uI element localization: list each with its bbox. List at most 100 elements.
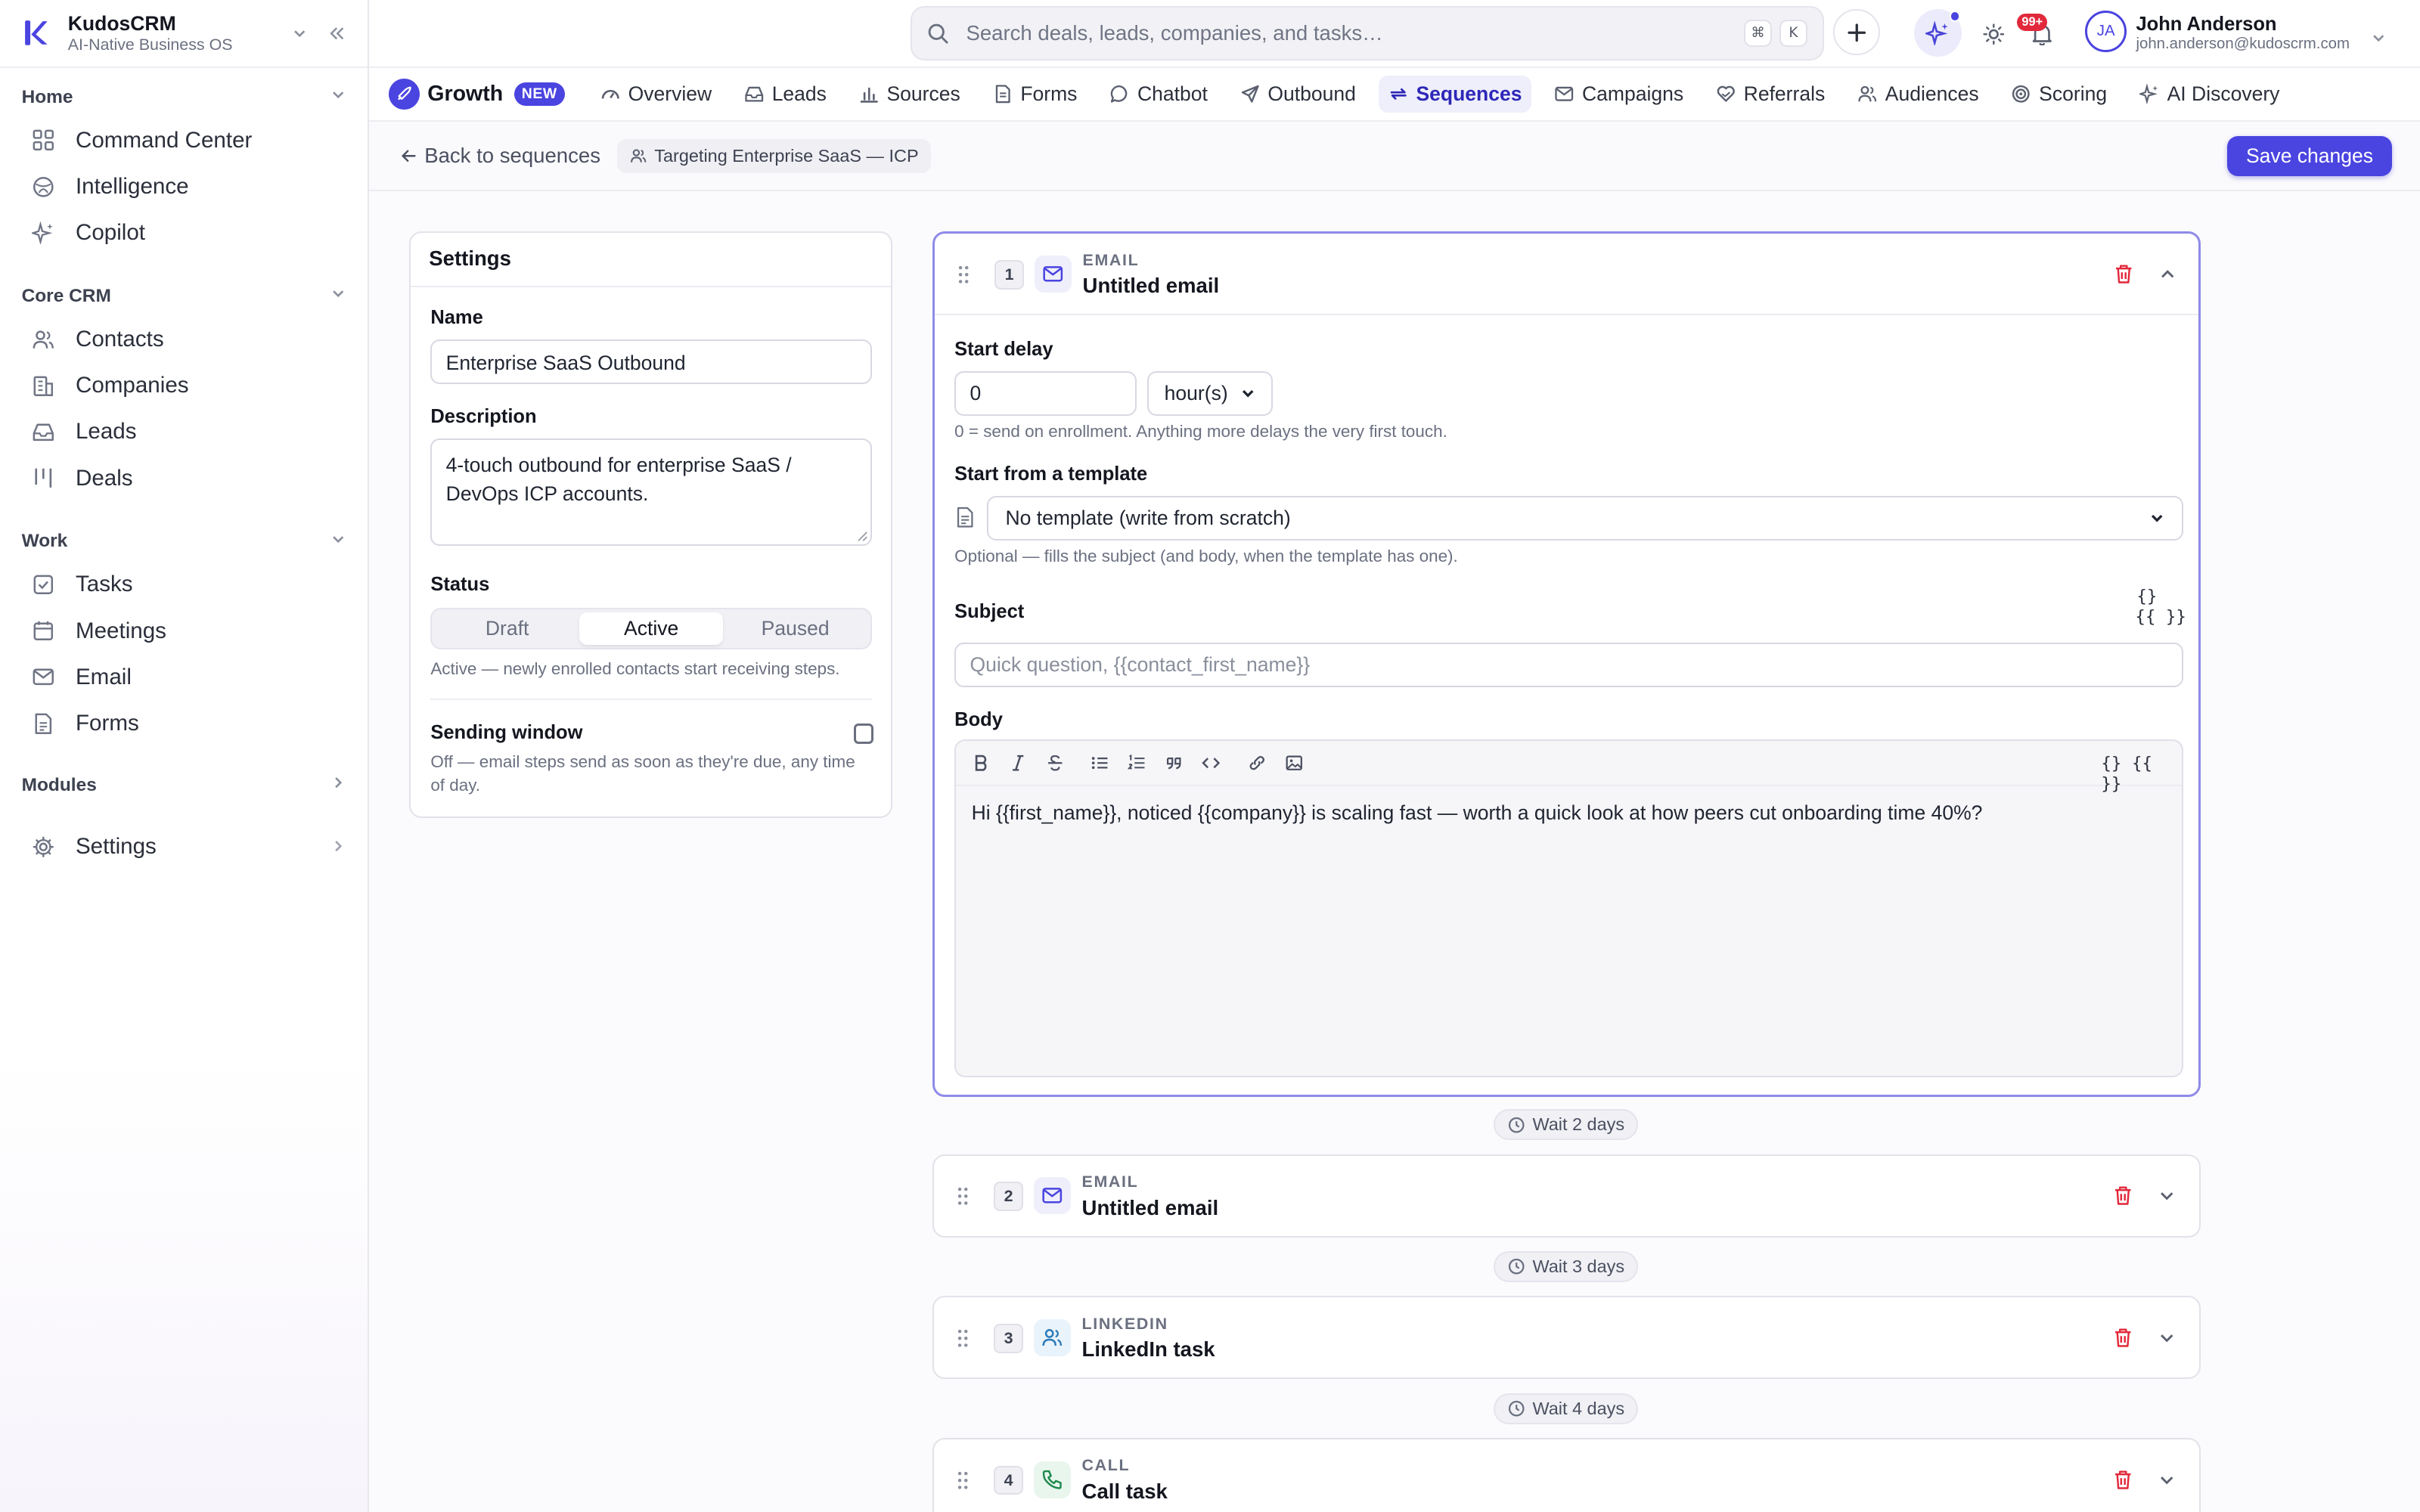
brand-tagline: AI-Native Business OS xyxy=(67,35,233,54)
sidebar-item-meetings[interactable]: Meetings xyxy=(22,608,346,654)
inbox-icon xyxy=(31,420,56,445)
sidebar-item-deals[interactable]: Deals xyxy=(22,455,346,501)
sidebar-item-copilot[interactable]: Copilot xyxy=(22,210,346,256)
trash-icon[interactable] xyxy=(2113,1327,2135,1349)
step-header[interactable]: 1 EMAIL Untitled email xyxy=(934,234,2199,316)
drag-handle-icon[interactable] xyxy=(957,1470,975,1491)
trash-icon[interactable] xyxy=(2114,263,2136,285)
chevron-down-icon[interactable] xyxy=(2158,1328,2180,1350)
tab-sources[interactable]: Sources xyxy=(850,76,970,113)
trash-icon[interactable] xyxy=(2113,1469,2135,1491)
link-icon[interactable] xyxy=(1246,752,1268,774)
sidebar-item-intelligence[interactable]: Intelligence xyxy=(22,163,346,209)
quote-icon[interactable] xyxy=(1163,752,1185,774)
wait-delay-pill[interactable]: Wait 2 days xyxy=(1494,1109,1639,1141)
nav-section-header-modules[interactable]: Modules xyxy=(22,768,346,802)
tab-outbound[interactable]: Outbound xyxy=(1230,76,1365,113)
step-number-badge: 3 xyxy=(994,1323,1023,1353)
step-header[interactable]: 2 EMAIL Untitled email xyxy=(934,1156,2200,1238)
global-search[interactable]: Search deals, leads, companies, and task… xyxy=(911,6,1825,60)
body-rich-text-editor[interactable]: {} {{ }} Hi {{first_name}}, noticed {{co… xyxy=(954,739,2183,1078)
sidebar-item-companies[interactable]: Companies xyxy=(22,363,346,409)
start-delay-unit-select[interactable]: hour(s) xyxy=(1147,370,1273,416)
sidebar-item-email[interactable]: Email xyxy=(22,654,346,700)
subject-input[interactable]: Quick question, {{contact_first_name}} xyxy=(954,642,2183,688)
tab-sequences[interactable]: Sequences xyxy=(1379,76,1531,113)
phone-icon xyxy=(1034,1461,1072,1498)
start-delay-unit-value: hour(s) xyxy=(1164,381,1228,404)
tab-forms[interactable]: Forms xyxy=(983,76,1086,113)
tab-referrals[interactable]: Referrals xyxy=(1707,76,1835,113)
drag-handle-icon[interactable] xyxy=(957,1186,975,1207)
ai-assistant-button[interactable] xyxy=(1913,9,1962,57)
status-segmented-control: Draft Active Paused xyxy=(430,608,872,650)
email-body-text[interactable]: Hi {{first_name}}, noticed {{company}} i… xyxy=(972,801,1983,825)
sidebar-item-settings[interactable]: Settings xyxy=(22,824,346,870)
chevron-down-icon[interactable] xyxy=(2158,1186,2180,1208)
nav-section-header-work[interactable]: Work xyxy=(22,525,346,559)
sidebar-item-label: Forms xyxy=(75,711,139,736)
nav-section-core-crm: Core CRM Contacts Companies Leads Deals xyxy=(0,279,368,501)
status-option-draft[interactable]: Draft xyxy=(435,612,579,645)
sidebar-item-command-center[interactable]: Command Center xyxy=(22,117,346,163)
sidebar-item-contacts[interactable]: Contacts xyxy=(22,316,346,362)
sequence-description-textarea[interactable]: 4-touch outbound for enterprise SaaS / D… xyxy=(430,438,872,547)
strikethrough-icon[interactable] xyxy=(1044,752,1066,774)
tab-campaigns[interactable]: Campaigns xyxy=(1545,76,1692,113)
tab-overview[interactable]: Overview xyxy=(591,76,721,113)
tab-chatbot[interactable]: Chatbot xyxy=(1100,76,1217,113)
tab-ai-discovery[interactable]: AI Discovery xyxy=(2130,76,2289,113)
workspace-switcher-chevron-icon[interactable] xyxy=(287,21,312,46)
chevron-up-icon[interactable] xyxy=(2158,265,2180,287)
chevron-right-icon xyxy=(330,834,346,860)
back-to-sequences-link[interactable]: Back to sequences xyxy=(400,144,600,168)
drag-handle-icon[interactable] xyxy=(957,1328,975,1349)
avatar[interactable]: JA xyxy=(2085,11,2127,53)
wait-delay-pill[interactable]: Wait 4 days xyxy=(1494,1393,1639,1424)
bullet-list-icon[interactable] xyxy=(1089,752,1111,774)
search-input[interactable]: Search deals, leads, companies, and task… xyxy=(966,21,1736,45)
insert-variable-button[interactable]: {} {{ }} xyxy=(2135,587,2186,627)
user-name[interactable]: John Anderson xyxy=(2136,14,2276,36)
tab-scoring[interactable]: Scoring xyxy=(2002,76,2116,113)
insert-variable-button[interactable]: {} {{ }} xyxy=(2101,754,2181,795)
tab-leads[interactable]: Leads xyxy=(735,76,836,113)
chevron-down-icon[interactable] xyxy=(2158,1470,2180,1492)
theme-toggle-sun-icon[interactable] xyxy=(1980,20,2008,48)
start-delay-input[interactable]: 0 xyxy=(954,370,1137,416)
step-header[interactable]: 4 CALL Call task xyxy=(934,1439,2200,1512)
user-menu-chevron-icon[interactable] xyxy=(2371,23,2386,52)
save-changes-button[interactable]: Save changes xyxy=(2226,135,2393,176)
quick-add-button[interactable] xyxy=(1833,9,1880,56)
trash-icon[interactable] xyxy=(2113,1185,2135,1207)
globe-icon xyxy=(31,175,56,200)
targeting-audience-pill[interactable]: Targeting Enterprise SaaS — ICP xyxy=(617,138,931,173)
status-option-active[interactable]: Active xyxy=(579,612,724,646)
module-name: Growth xyxy=(427,81,504,106)
sending-window-hint: Off — email steps send as soon as they'r… xyxy=(430,751,855,795)
italic-icon[interactable] xyxy=(1007,752,1029,774)
sending-window-checkbox[interactable] xyxy=(853,723,874,744)
nav-section-label: Home xyxy=(21,86,73,107)
status-option-paused[interactable]: Paused xyxy=(723,612,867,645)
code-icon[interactable] xyxy=(1200,752,1222,774)
drag-handle-icon[interactable] xyxy=(957,265,976,285)
wait-delay-pill[interactable]: Wait 3 days xyxy=(1494,1251,1639,1282)
template-select[interactable]: No template (write from scratch) xyxy=(987,496,2183,541)
sidebar-item-forms[interactable]: Forms xyxy=(22,700,346,746)
sidebar-item-leads[interactable]: Leads xyxy=(22,409,346,455)
tab-label: Sequences xyxy=(1416,82,1522,105)
image-icon[interactable] xyxy=(1283,752,1305,774)
top-bar: Search deals, leads, companies, and task… xyxy=(368,0,2420,68)
nav-section-header-core-crm[interactable]: Core CRM xyxy=(22,279,346,313)
sidebar-item-tasks[interactable]: Tasks xyxy=(22,562,346,608)
sequence-name-input[interactable]: Enterprise SaaS Outbound xyxy=(430,339,872,385)
tab-audiences[interactable]: Audiences xyxy=(1848,76,1988,113)
numbered-list-icon[interactable] xyxy=(1126,752,1148,774)
sidebar-item-label: Companies xyxy=(75,373,189,398)
collapse-sidebar-icon[interactable] xyxy=(324,21,349,46)
nav-section-header-home[interactable]: Home xyxy=(22,80,346,114)
nav-settings-group: Settings xyxy=(0,824,368,870)
step-header[interactable]: 3 LINKEDIN LinkedIn task xyxy=(934,1297,2200,1379)
bold-icon[interactable] xyxy=(970,752,992,774)
